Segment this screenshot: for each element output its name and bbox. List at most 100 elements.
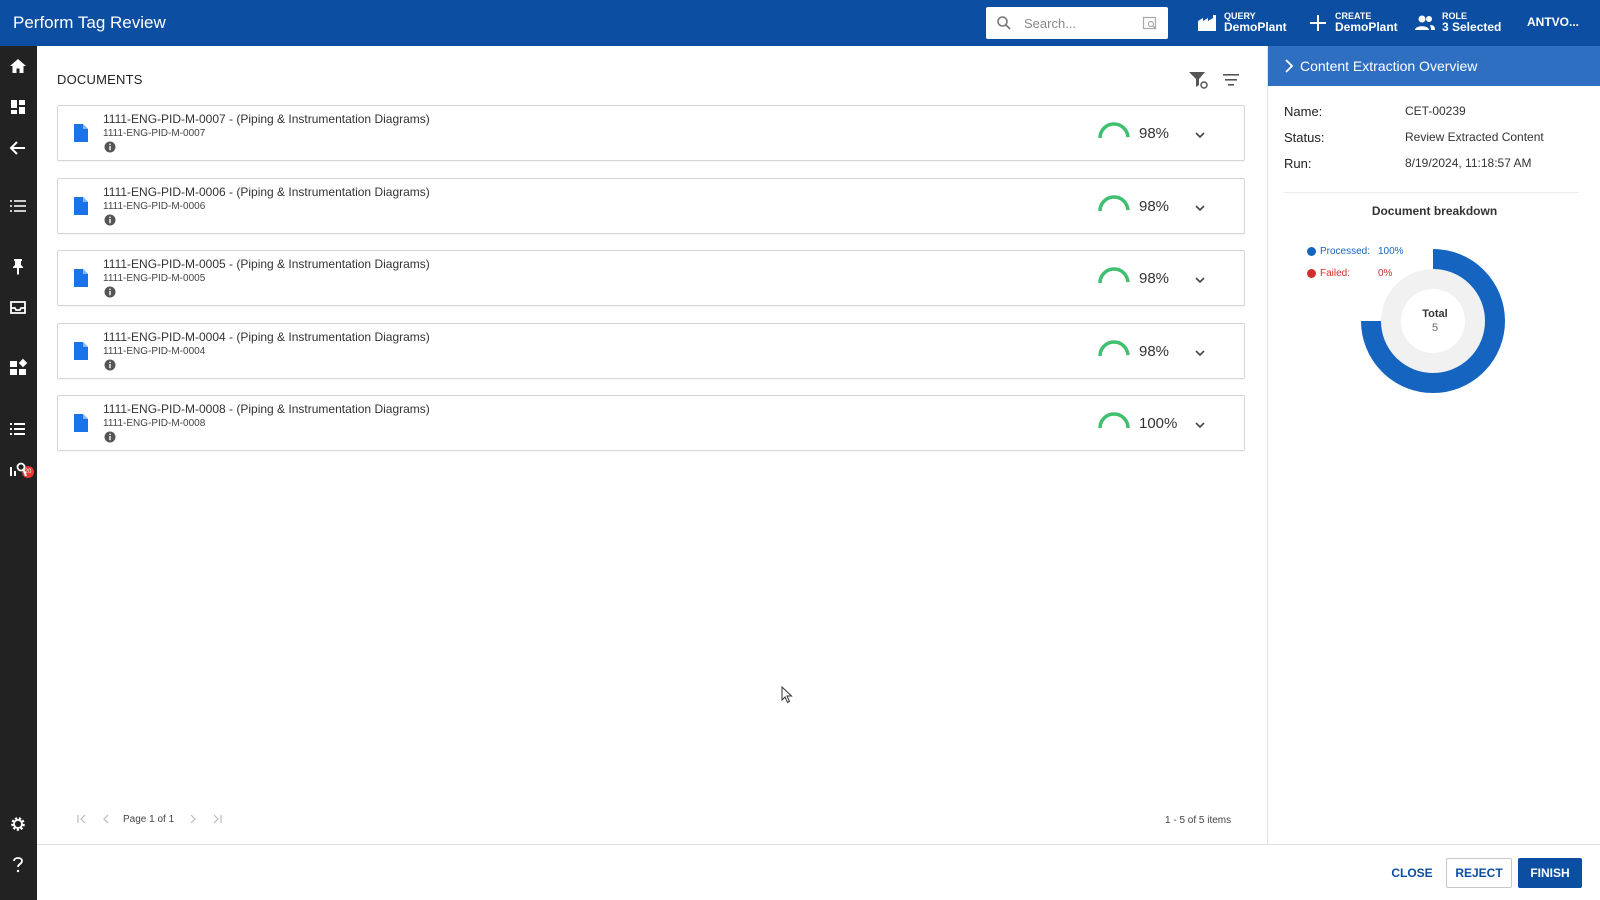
info-icon[interactable] — [104, 286, 116, 298]
name-label: Name: — [1284, 104, 1323, 119]
page-indicator: Page 1 of 1 — [123, 813, 175, 825]
document-title[interactable]: 1111-ENG-PID-M-0006 - (Piping & Instrume… — [103, 185, 430, 199]
factory-icon — [1198, 15, 1216, 31]
mouse-cursor-icon — [781, 686, 793, 704]
confidence-gauge — [1098, 339, 1130, 356]
home-icon[interactable] — [8, 56, 28, 76]
chevron-right-icon[interactable] — [1282, 58, 1296, 74]
gauge-arc — [1098, 267, 1130, 284]
document-id: 1111-ENG-PID-M-0004 — [103, 345, 206, 357]
confidence-percent: 98% — [1139, 270, 1170, 287]
run-value: 8/19/2024, 11:18:57 AM — [1405, 156, 1532, 170]
document-card[interactable]: 1111-ENG-PID-M-0006 - (Piping & Instrume… — [57, 177, 1245, 234]
top-bar: Perform Tag Review QUERY DemoPlant CREAT… — [0, 0, 1600, 46]
widgets-icon[interactable] — [8, 358, 28, 378]
query-button[interactable]: QUERY DemoPlant — [1196, 9, 1287, 37]
confidence-percent: 98% — [1139, 342, 1170, 360]
help-icon[interactable] — [8, 854, 28, 874]
document-card[interactable]: 1111-ENG-PID-M-0005 - (Piping & Instrume… — [57, 250, 1245, 306]
document-title[interactable]: 1111-ENG-PID-M-0007 - (Piping & Instrume… — [103, 112, 430, 126]
confidence-gauge — [1098, 412, 1130, 429]
chevron-down-icon[interactable] — [1191, 416, 1209, 434]
document-title[interactable]: 1111-ENG-PID-M-0008 - (Piping & Instrume… — [103, 402, 430, 416]
document-id: 1111-ENG-PID-M-0005 — [103, 273, 206, 284]
task-list-icon[interactable] — [8, 419, 28, 439]
search-icon — [997, 16, 1011, 30]
document-card[interactable]: 1111-ENG-PID-M-0004 - (Piping & Instrume… — [57, 322, 1245, 379]
section-title: DOCUMENTS — [57, 72, 143, 87]
search-input[interactable] — [1024, 13, 1124, 33]
donut-inner-ring — [1381, 269, 1485, 373]
create-button[interactable]: CREATE DemoPlant — [1307, 9, 1398, 37]
donut-total-label: Total — [1422, 308, 1447, 320]
processed-dot — [1307, 247, 1316, 256]
role-value: 3 Selected — [1442, 20, 1502, 35]
finish-button[interactable]: FINISH — [1518, 858, 1582, 888]
user-menu[interactable]: ANTVO... — [1527, 15, 1579, 29]
document-id: 1111-ENG-PID-M-0008 — [103, 418, 206, 429]
document-id: 1111-ENG-PID-M-0006 — [103, 200, 206, 212]
info-icon[interactable] — [104, 214, 116, 226]
people-icon — [1415, 15, 1435, 30]
next-page-icon[interactable] — [186, 812, 200, 826]
document-list: 1111-ENG-PID-M-0007 - (Piping & Instrume… — [57, 105, 1245, 468]
info-icon[interactable] — [104, 141, 116, 153]
first-page-icon[interactable] — [75, 812, 89, 826]
inbox-icon[interactable] — [8, 297, 28, 317]
image-search-icon[interactable] — [1142, 15, 1158, 31]
document-file-icon — [74, 196, 88, 215]
document-file-icon — [74, 341, 88, 360]
documents-panel: DOCUMENTS 1111-ENG-PID-M-0007 - (Piping … — [37, 46, 1267, 844]
document-card[interactable]: 1111-ENG-PID-M-0008 - (Piping & Instrume… — [57, 395, 1245, 451]
page-title: Perform Tag Review — [13, 13, 166, 32]
donut-total-value: 5 — [1432, 322, 1438, 334]
last-page-icon[interactable] — [210, 812, 224, 826]
divider — [1284, 192, 1579, 193]
query-value: DemoPlant — [1224, 20, 1287, 35]
sort-icon[interactable] — [1222, 71, 1240, 89]
reject-button[interactable]: REJECT — [1446, 858, 1512, 888]
gauge-arc — [1098, 194, 1130, 211]
chevron-down-icon[interactable] — [1191, 126, 1209, 144]
document-file-icon — [74, 124, 88, 142]
role-button[interactable]: ROLE 3 Selected — [1414, 9, 1501, 37]
failed-dot — [1307, 269, 1316, 278]
document-title[interactable]: 1111-ENG-PID-M-0005 - (Piping & Instrume… — [103, 257, 430, 271]
analytics-icon[interactable] — [8, 459, 28, 479]
back-arrow-icon[interactable] — [8, 138, 28, 158]
pin-icon[interactable] — [8, 256, 28, 276]
search-box[interactable] — [986, 7, 1168, 39]
sidebar: 20 — [0, 46, 37, 900]
items-count: 1 - 5 of 5 items — [1165, 815, 1232, 826]
confidence-percent: 98% — [1139, 125, 1170, 142]
plus-icon — [1310, 15, 1326, 31]
gauge-arc — [1098, 339, 1130, 356]
list-icon[interactable] — [8, 196, 28, 216]
status-value: Review Extracted Content — [1405, 130, 1544, 144]
confidence-percent: 100% — [1139, 415, 1178, 432]
panel-title: Content Extraction Overview — [1300, 58, 1478, 74]
footer-bar: CLOSE REJECT FINISH — [37, 844, 1600, 900]
confidence-gauge — [1098, 122, 1130, 139]
confidence-gauge — [1098, 267, 1130, 284]
close-button[interactable]: CLOSE — [1382, 858, 1442, 888]
chevron-down-icon[interactable] — [1191, 271, 1209, 289]
document-file-icon — [74, 414, 88, 432]
confidence-gauge — [1098, 194, 1130, 211]
info-icon[interactable] — [104, 431, 116, 443]
chevron-down-icon[interactable] — [1191, 344, 1209, 362]
name-value: CET-00239 — [1405, 104, 1466, 118]
prev-page-icon[interactable] — [99, 812, 113, 826]
document-title[interactable]: 1111-ENG-PID-M-0004 - (Piping & Instrume… — [103, 330, 430, 344]
create-value: DemoPlant — [1335, 20, 1398, 35]
chevron-down-icon[interactable] — [1191, 199, 1209, 217]
dashboard-icon[interactable] — [8, 97, 28, 117]
status-label: Status: — [1284, 130, 1325, 145]
filter-settings-icon[interactable] — [1188, 70, 1208, 90]
document-card[interactable]: 1111-ENG-PID-M-0007 - (Piping & Instrume… — [57, 105, 1245, 161]
run-label: Run: — [1284, 156, 1312, 171]
content-extraction-overview-panel: Content Extraction Overview Name: CET-00… — [1267, 46, 1600, 844]
document-id: 1111-ENG-PID-M-0007 — [103, 128, 206, 139]
info-icon[interactable] — [104, 359, 116, 371]
settings-icon[interactable] — [8, 814, 28, 834]
